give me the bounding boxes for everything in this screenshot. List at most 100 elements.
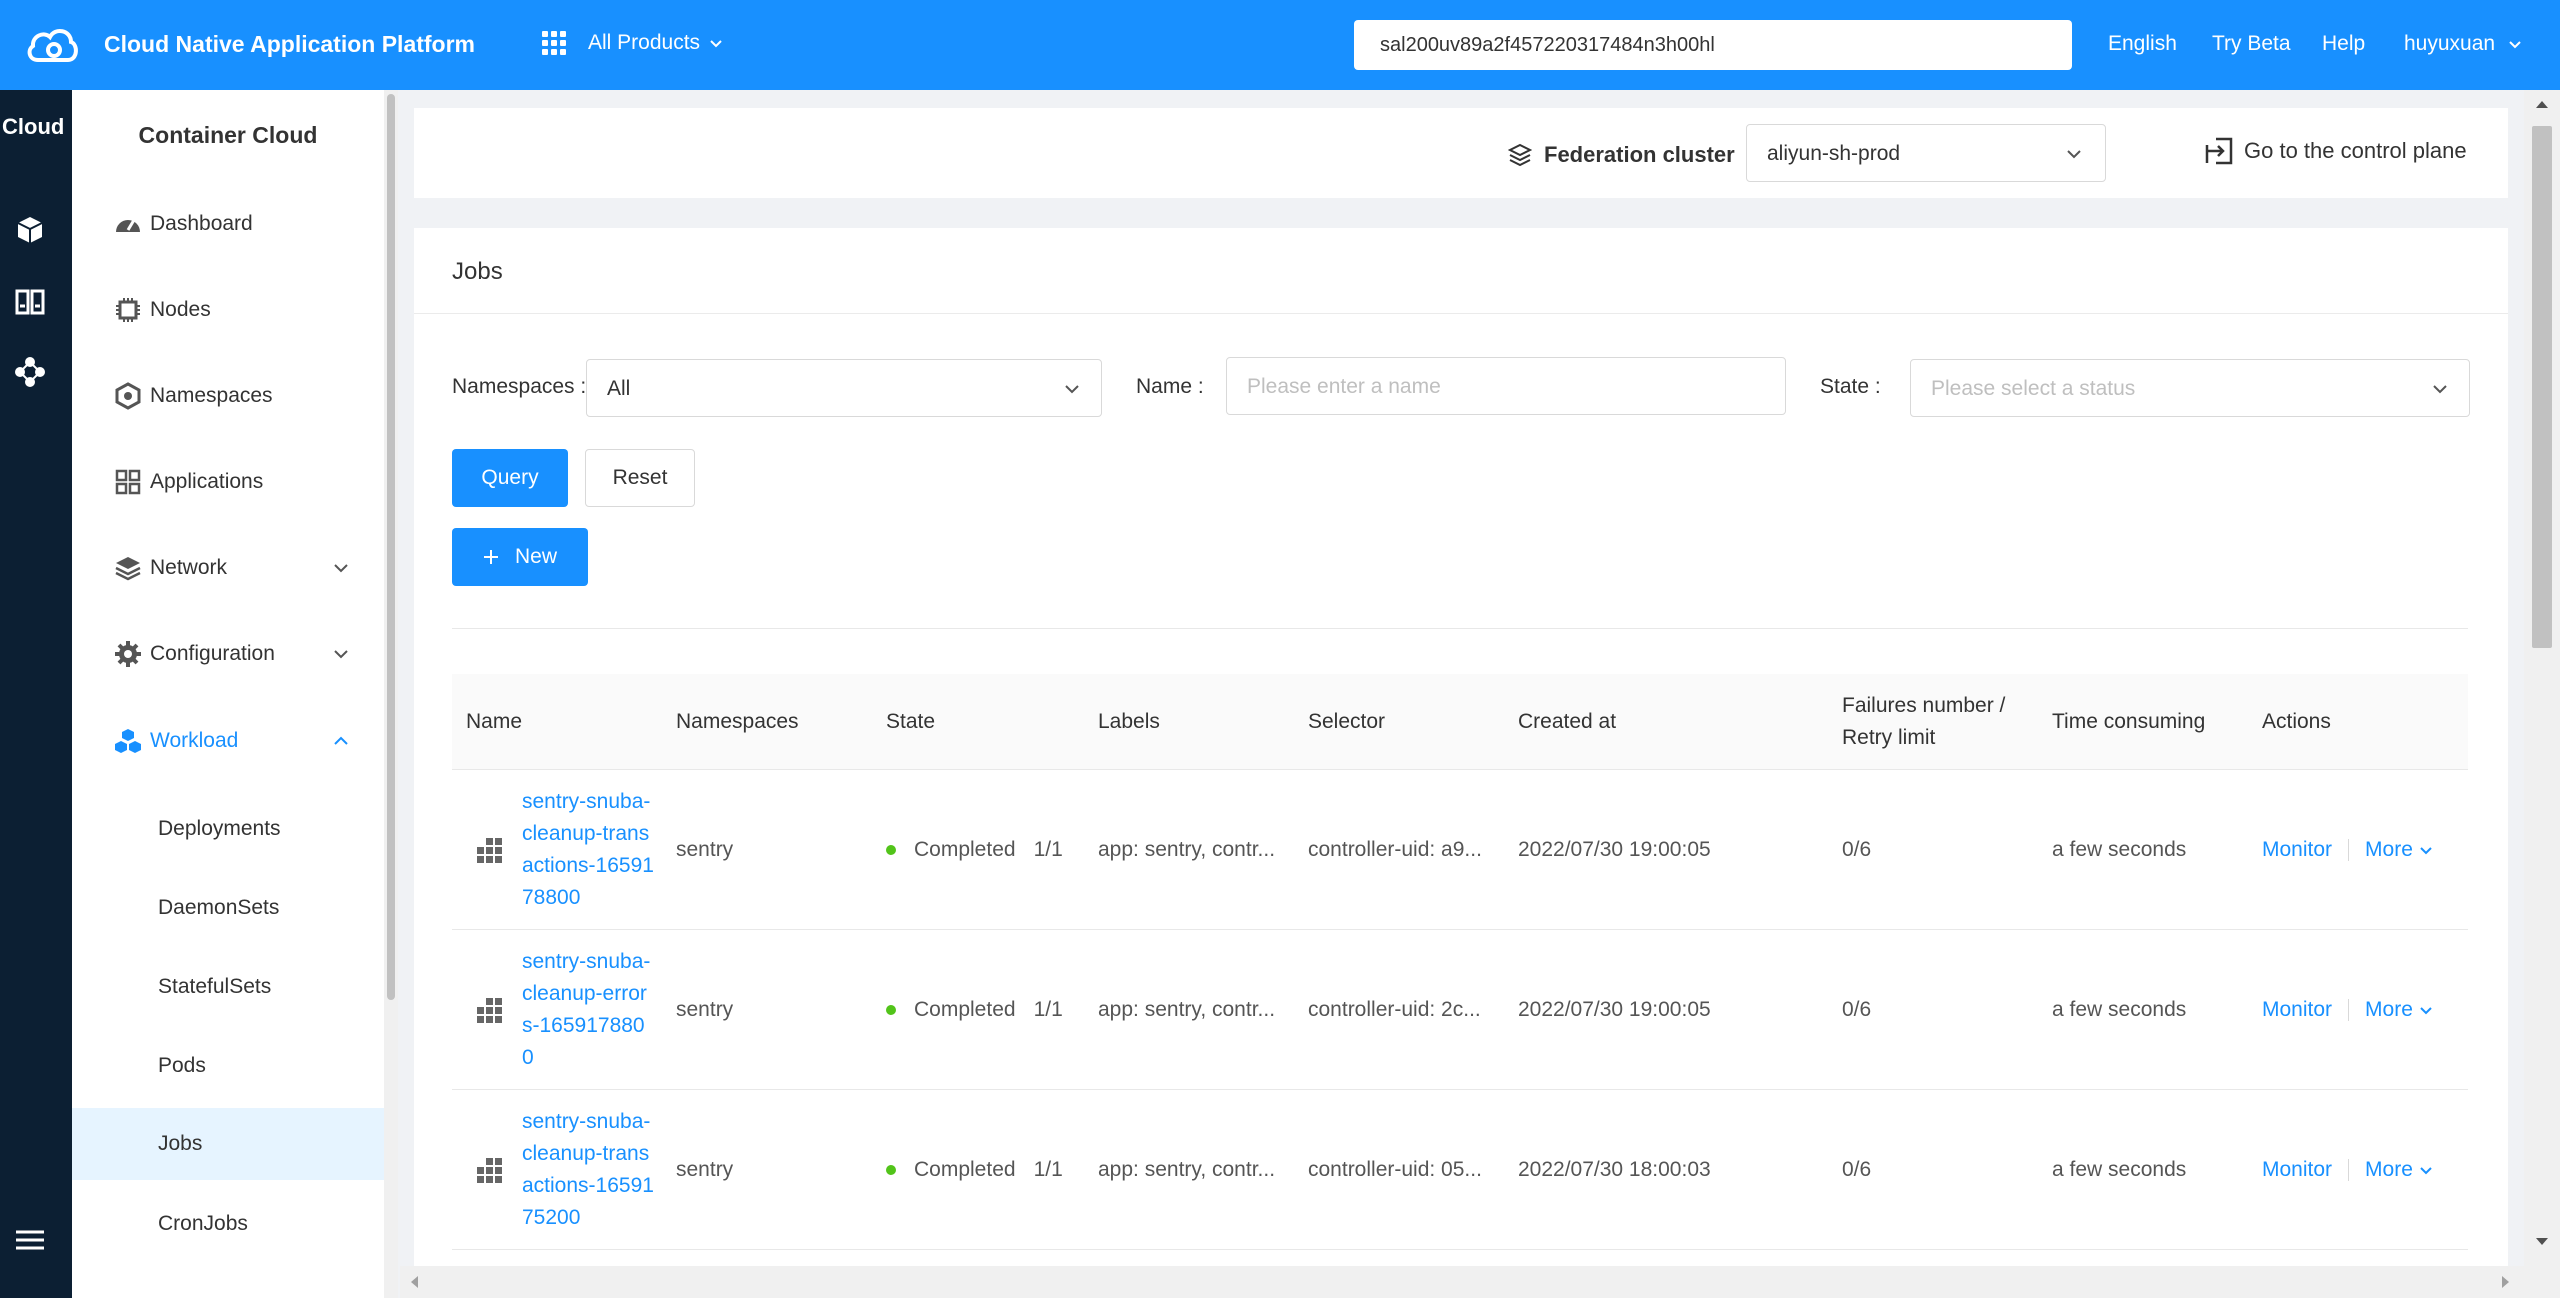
cube-icon[interactable] xyxy=(14,214,46,246)
scroll-down-arrow-icon[interactable] xyxy=(2534,1236,2550,1248)
go-control-plane-link[interactable]: Go to the control plane xyxy=(2204,136,2467,166)
monitor-link[interactable]: Monitor xyxy=(2262,838,2332,862)
scroll-right-arrow-icon[interactable] xyxy=(2500,1274,2512,1290)
sidebar-item-label: Configuration xyxy=(150,642,275,665)
sidebar-item-nodes[interactable]: Nodes xyxy=(72,280,384,340)
sidebar-item-network[interactable]: Network xyxy=(72,538,384,598)
created-cell: 2022/07/30 19:00:05 xyxy=(1518,998,1711,1021)
sidebar-item-deployments[interactable]: Deployments xyxy=(72,799,384,859)
monitor-link[interactable]: Monitor xyxy=(2262,998,2332,1022)
job-name-link[interactable]: sentry-snuba-cleanup-errors-1659178800 xyxy=(522,930,654,1090)
scrollbar-thumb[interactable] xyxy=(387,94,395,1000)
sidebar-item-label: Workload xyxy=(150,729,239,752)
chip-icon xyxy=(116,298,140,322)
more-dropdown[interactable]: More xyxy=(2365,998,2413,1022)
chevron-down-icon[interactable] xyxy=(2419,843,2433,857)
sidebar-item-applications[interactable]: Applications xyxy=(72,452,384,512)
federation-label: Federation cluster xyxy=(1508,142,1735,168)
chevron-down-icon xyxy=(2433,385,2447,394)
sidebar-item-label: Network xyxy=(150,556,228,579)
chevron-down-icon xyxy=(1065,385,1079,394)
search-input[interactable]: sal200uv89a2f457220317484n3h00hl xyxy=(1354,20,2072,70)
divider xyxy=(414,313,2508,314)
sidebar-item-cronjobs[interactable]: CronJobs xyxy=(72,1194,384,1254)
chevron-down-icon xyxy=(2067,150,2081,159)
chevron-down-icon xyxy=(334,564,348,573)
sidebar-item-jobs[interactable]: Jobs xyxy=(72,1108,384,1180)
help-link[interactable]: Help xyxy=(2322,32,2365,56)
column-header: State xyxy=(886,710,936,733)
namespaces-select[interactable]: All xyxy=(586,359,1102,417)
sidebar: Container Cloud Dashboard Nodes Namespac… xyxy=(72,90,384,1298)
labels-cell: app: sentry, contr... xyxy=(1098,998,1276,1021)
network-nodes-icon[interactable] xyxy=(14,356,46,388)
layers-icon xyxy=(1508,143,1532,167)
name-input[interactable]: Please enter a name xyxy=(1226,357,1786,415)
federation-label-text: Federation cluster xyxy=(1544,142,1735,167)
state-text: Completed xyxy=(914,998,1016,1021)
new-button[interactable]: New xyxy=(452,528,588,586)
job-icon xyxy=(477,998,502,1023)
failures-cell: 0/6 xyxy=(1842,998,1872,1021)
scroll-left-arrow-icon[interactable] xyxy=(408,1274,420,1290)
job-icon xyxy=(477,838,502,863)
layers-icon xyxy=(115,557,141,581)
language-link[interactable]: English xyxy=(2108,32,2177,56)
cloud-logo-icon[interactable] xyxy=(24,22,80,68)
user-name: huyuxuan xyxy=(2404,32,2496,55)
reset-button[interactable]: Reset xyxy=(585,449,695,507)
sidebar-item-namespaces[interactable]: Namespaces xyxy=(72,366,384,426)
hamburger-menu-icon[interactable] xyxy=(14,1224,46,1256)
app-title[interactable]: Cloud Native Application Platform xyxy=(104,31,475,58)
divider xyxy=(2348,999,2350,1021)
top-bar: Cloud Native Application Platform All Pr… xyxy=(0,0,2560,90)
sidebar-scrollbar[interactable] xyxy=(384,90,398,1298)
sidebar-item-daemonsets[interactable]: DaemonSets xyxy=(72,878,384,938)
sidebar-item-configuration[interactable]: Configuration xyxy=(72,624,384,684)
sidebar-item-label: Nodes xyxy=(150,298,211,321)
query-button[interactable]: Query xyxy=(452,449,568,507)
state-cell: Completed 1/1 xyxy=(886,1090,1063,1250)
page-vertical-scrollbar[interactable] xyxy=(2524,90,2560,1298)
state-cell: Completed 1/1 xyxy=(886,930,1063,1090)
namespace-cell: sentry xyxy=(676,998,734,1021)
column-header: Labels xyxy=(1098,710,1160,733)
sidebar-item-workload[interactable]: Workload xyxy=(72,711,384,771)
try-beta-link[interactable]: Try Beta xyxy=(2212,32,2291,56)
scrollbar-thumb[interactable] xyxy=(2532,126,2552,648)
chevron-down-icon xyxy=(710,40,722,48)
job-name-link[interactable]: sentry-snuba-cleanup-transactions-165917… xyxy=(522,770,654,930)
page-horizontal-scrollbar[interactable] xyxy=(400,1266,2524,1298)
state-select[interactable]: Please select a status xyxy=(1910,359,2470,417)
sidebar-item-label: Namespaces xyxy=(150,384,273,407)
sidebar-item-dashboard[interactable]: Dashboard xyxy=(72,194,384,254)
created-cell: 2022/07/30 19:00:05 xyxy=(1518,838,1711,861)
namespace-cell: sentry xyxy=(676,1158,734,1181)
time-cell: a few seconds xyxy=(2052,1158,2187,1181)
columns-icon[interactable] xyxy=(14,286,46,318)
sidebar-item-statefulsets[interactable]: StatefulSets xyxy=(72,957,384,1017)
sidebar-item-pods[interactable]: Pods xyxy=(72,1036,384,1096)
more-dropdown[interactable]: More xyxy=(2365,1158,2413,1182)
table-header: Name Namespaces State Labels Selector Cr… xyxy=(452,674,2468,770)
labels-cell: app: sentry, contr... xyxy=(1098,838,1276,861)
chevron-down-icon xyxy=(334,650,348,659)
column-header: Selector xyxy=(1308,710,1386,733)
all-products-menu[interactable]: All Products xyxy=(542,31,724,55)
user-menu[interactable]: huyuxuan xyxy=(2404,32,2523,56)
column-header: Failures number / Retry limit xyxy=(1842,694,2006,749)
chevron-down-icon[interactable] xyxy=(2419,1163,2433,1177)
scroll-up-arrow-icon[interactable] xyxy=(2534,98,2550,110)
name-input-placeholder: Please enter a name xyxy=(1247,375,1441,398)
more-dropdown[interactable]: More xyxy=(2365,838,2413,862)
grid-icon xyxy=(542,31,566,55)
time-cell: a few seconds xyxy=(2052,998,2187,1021)
page-title: Jobs xyxy=(452,258,503,285)
status-dot xyxy=(886,845,896,855)
failures-cell: 0/6 xyxy=(1842,1158,1872,1181)
state-filter-label: State : xyxy=(1820,375,1881,398)
job-name-link[interactable]: sentry-snuba-cleanup-transactions-165917… xyxy=(522,1090,654,1250)
monitor-link[interactable]: Monitor xyxy=(2262,1158,2332,1182)
federation-cluster-select[interactable]: aliyun-sh-prod xyxy=(1746,124,2106,182)
chevron-down-icon[interactable] xyxy=(2419,1003,2433,1017)
